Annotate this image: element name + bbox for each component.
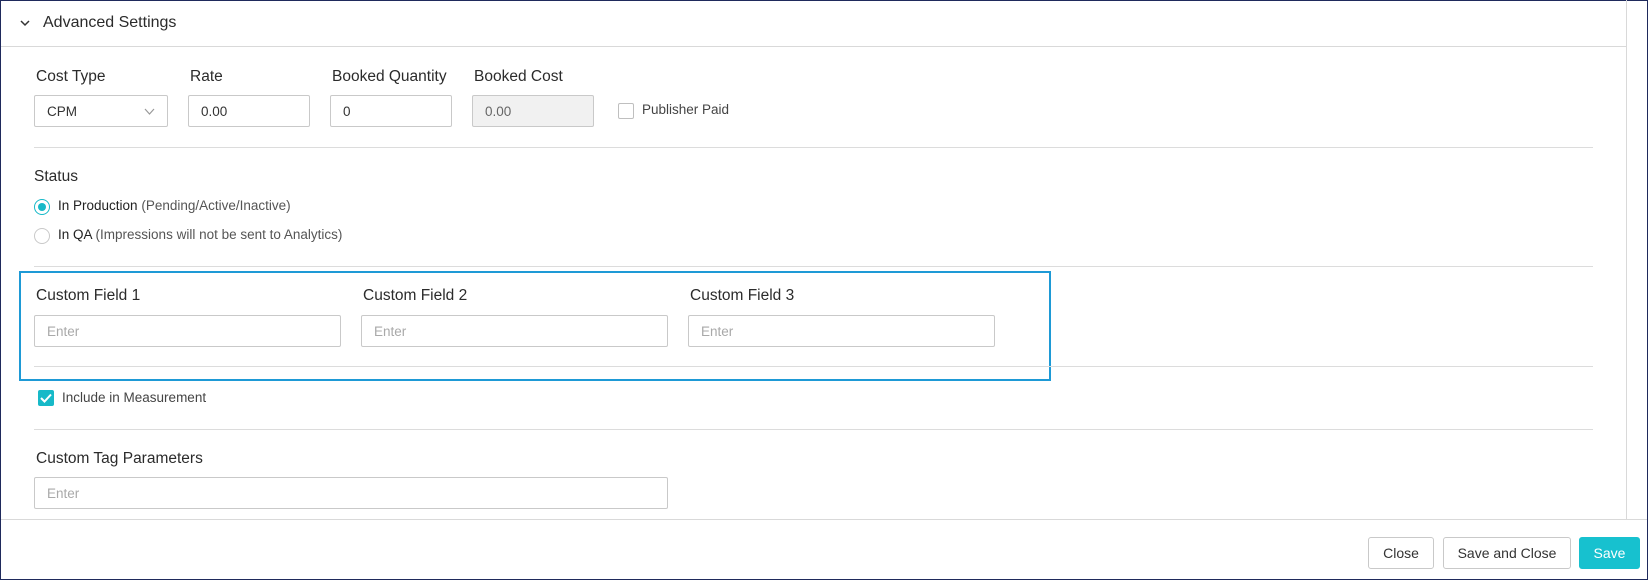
chevron-down-icon xyxy=(144,108,155,115)
close-button[interactable]: Close xyxy=(1368,537,1434,569)
custom-field-2-input[interactable] xyxy=(361,315,668,347)
cost-type-label: Cost Type xyxy=(36,68,106,85)
rate-input[interactable] xyxy=(188,95,310,127)
booked-cost-input xyxy=(472,95,594,127)
rate-label: Rate xyxy=(190,68,223,85)
status-option-label: In QA xyxy=(58,227,92,242)
status-radio-production[interactable] xyxy=(34,199,50,215)
custom-field-1-label: Custom Field 1 xyxy=(36,287,141,304)
checkmark-icon xyxy=(40,393,52,403)
custom-tag-input[interactable] xyxy=(34,477,668,509)
custom-tag-label: Custom Tag Parameters xyxy=(36,450,203,467)
custom-field-3-input[interactable] xyxy=(688,315,995,347)
status-option-production[interactable]: In Production (Pending/Active/Inactive) xyxy=(58,198,291,213)
include-measurement-label: Include in Measurement xyxy=(62,390,207,405)
cost-type-value: CPM xyxy=(47,103,77,119)
panel-edge xyxy=(1626,0,1627,519)
save-button[interactable]: Save xyxy=(1579,537,1640,569)
status-option-qa[interactable]: In QA (Impressions will not be sent to A… xyxy=(58,227,342,242)
status-label: Status xyxy=(34,168,78,185)
custom-field-2-label: Custom Field 2 xyxy=(363,287,468,304)
cost-type-select[interactable]: CPM xyxy=(34,95,168,127)
footer-divider xyxy=(1,519,1647,520)
chevron-down-icon xyxy=(20,20,30,27)
publisher-paid-label: Publisher Paid xyxy=(642,102,730,117)
custom-field-3-label: Custom Field 3 xyxy=(690,287,795,304)
divider xyxy=(34,429,1593,430)
divider xyxy=(34,366,1593,367)
status-option-note: (Impressions will not be sent to Analyti… xyxy=(95,227,343,242)
status-radio-qa[interactable] xyxy=(34,228,50,244)
publisher-paid-checkbox[interactable] xyxy=(618,103,634,119)
custom-field-1-input[interactable] xyxy=(34,315,341,347)
booked-quantity-label: Booked Quantity xyxy=(332,68,447,85)
booked-cost-label: Booked Cost xyxy=(474,68,563,85)
section-title: Advanced Settings xyxy=(43,14,177,31)
include-measurement-checkbox[interactable] xyxy=(38,390,54,406)
divider xyxy=(34,266,1593,267)
save-and-close-button[interactable]: Save and Close xyxy=(1443,537,1571,569)
divider xyxy=(34,147,1593,148)
advanced-settings-header[interactable]: Advanced Settings xyxy=(1,0,1626,47)
status-option-note: (Pending/Active/Inactive) xyxy=(141,198,291,213)
status-option-label: In Production xyxy=(58,198,138,213)
booked-quantity-input[interactable] xyxy=(330,95,452,127)
